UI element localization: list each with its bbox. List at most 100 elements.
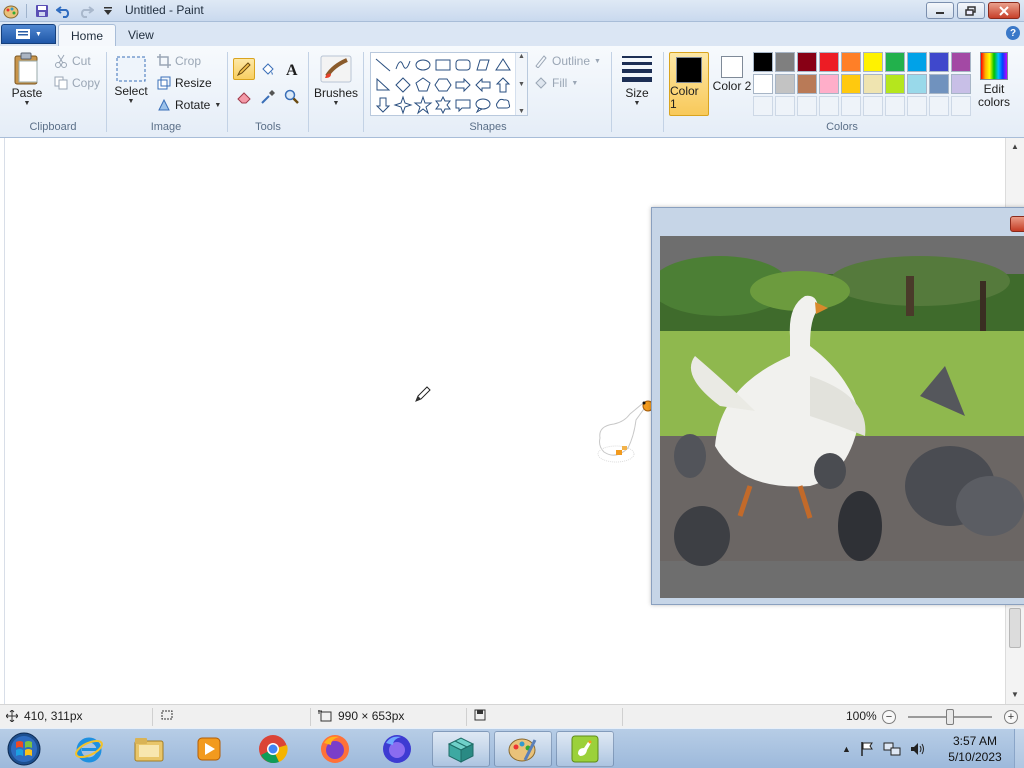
shapes-scroll[interactable]: ▲ ▼ ▼ [515, 53, 527, 115]
fill-button[interactable]: Fill ▼ [534, 73, 578, 93]
rounded-callout-shape-icon[interactable] [453, 95, 473, 115]
custom-color-slot[interactable] [863, 96, 883, 116]
select-button[interactable]: Select ▼ [112, 54, 150, 105]
four-point-star-shape-icon[interactable] [393, 95, 413, 115]
hexagon-shape-icon[interactable] [433, 75, 453, 95]
palette-row2-swatch-9[interactable] [929, 74, 949, 94]
palette-row1-swatch-8[interactable] [907, 52, 927, 72]
color1-button[interactable]: Color 1 [669, 52, 709, 116]
taskbar-chrome[interactable] [244, 731, 302, 767]
zoom-out-button[interactable]: − [882, 710, 896, 724]
pentagon-shape-icon[interactable] [413, 75, 433, 95]
redo-icon[interactable] [77, 2, 95, 20]
palette-row1-swatch-6[interactable] [863, 52, 883, 72]
scroll-up-icon[interactable]: ▲ [518, 53, 525, 60]
pencil-tool-button[interactable] [233, 58, 255, 80]
up-arrow-shape-icon[interactable] [493, 75, 513, 95]
palette-row1-swatch-4[interactable] [819, 52, 839, 72]
palette-row1-swatch-7[interactable] [885, 52, 905, 72]
curve-shape-icon[interactable] [393, 55, 413, 75]
scroll-down-icon[interactable]: ▼ [518, 81, 525, 88]
fill-tool-button[interactable] [257, 58, 279, 80]
crop-button[interactable]: Crop [157, 51, 201, 71]
rectangle-shape-icon[interactable] [433, 55, 453, 75]
eraser-tool-button[interactable] [233, 86, 255, 108]
color2-button[interactable]: Color 2 [712, 52, 752, 116]
volume-icon[interactable] [909, 741, 927, 757]
cloud-callout-shape-icon[interactable] [493, 95, 513, 115]
palette-row1-swatch-9[interactable] [929, 52, 949, 72]
taskbar-media-player[interactable] [180, 731, 238, 767]
gallery-expand-icon[interactable]: ▼ [518, 108, 525, 115]
tab-view[interactable]: View [116, 24, 166, 46]
taskbar-paint[interactable] [494, 731, 552, 767]
palette-row2-swatch-6[interactable] [863, 74, 883, 94]
cut-button[interactable]: Cut [54, 51, 91, 71]
custom-color-slot[interactable] [797, 96, 817, 116]
palette-row2-swatch-2[interactable] [775, 74, 795, 94]
show-desktop-button[interactable] [1014, 729, 1024, 768]
edit-colors-button[interactable]: Edit colors [974, 52, 1014, 109]
palette-row1-swatch-5[interactable] [841, 52, 861, 72]
polygon-shape-icon[interactable] [473, 55, 493, 75]
save-icon[interactable] [33, 2, 51, 20]
start-button[interactable] [4, 730, 44, 768]
brushes-button[interactable]: Brushes ▼ [314, 52, 358, 107]
taskbar-file-explorer[interactable] [120, 731, 178, 767]
custom-color-slot[interactable] [753, 96, 773, 116]
custom-color-slot[interactable] [929, 96, 949, 116]
show-hidden-icons-icon[interactable]: ▲ [842, 744, 851, 754]
network-icon[interactable] [883, 741, 901, 757]
rotate-button[interactable]: Rotate ▼ [157, 95, 221, 115]
magnifier-tool-button[interactable] [281, 86, 303, 108]
palette-row2-swatch-8[interactable] [907, 74, 927, 94]
down-arrow-shape-icon[interactable] [373, 95, 393, 115]
taskbar-package-app[interactable] [432, 731, 490, 767]
outline-button[interactable]: Outline ▼ [534, 51, 601, 71]
copy-button[interactable]: Copy [54, 73, 100, 93]
zoom-slider-thumb[interactable] [946, 709, 954, 725]
palette-row2-swatch-5[interactable] [841, 74, 861, 94]
close-button[interactable] [1010, 216, 1024, 232]
palette-row1-swatch-2[interactable] [775, 52, 795, 72]
zoom-in-button[interactable]: + [1004, 710, 1018, 724]
paste-button[interactable]: Paste ▼ [8, 52, 46, 107]
taskbar-firefox[interactable] [306, 731, 364, 767]
custom-color-slot[interactable] [841, 96, 861, 116]
palette-row2-swatch-7[interactable] [885, 74, 905, 94]
taskbar-internet-explorer[interactable] [60, 731, 118, 767]
taskbar-desktop-goose[interactable] [556, 731, 614, 767]
custom-color-slot[interactable] [907, 96, 927, 116]
palette-row2-swatch-1[interactable] [753, 74, 773, 94]
custom-color-slot[interactable] [775, 96, 795, 116]
palette-row2-swatch-10[interactable] [951, 74, 971, 94]
diamond-shape-icon[interactable] [393, 75, 413, 95]
taskbar-firefox-nightly[interactable] [368, 731, 426, 767]
undo-icon[interactable] [55, 2, 73, 20]
palette-row2-swatch-4[interactable] [819, 74, 839, 94]
size-button[interactable]: Size ▼ [617, 52, 657, 107]
help-icon[interactable]: ? [1006, 26, 1020, 40]
scroll-up-icon[interactable]: ▲ [1006, 138, 1024, 154]
restore-button[interactable] [957, 2, 985, 19]
palette-row1-swatch-10[interactable] [951, 52, 971, 72]
scroll-down-icon[interactable]: ▼ [1006, 686, 1024, 702]
triangle-shape-icon[interactable] [493, 55, 513, 75]
palette-row1-swatch-1[interactable] [753, 52, 773, 72]
tab-home[interactable]: Home [58, 24, 117, 46]
scrollbar-thumb[interactable] [1009, 608, 1021, 648]
text-tool-button[interactable]: A [281, 58, 303, 80]
five-point-star-shape-icon[interactable] [413, 95, 433, 115]
six-point-star-shape-icon[interactable] [433, 95, 453, 115]
left-arrow-shape-icon[interactable] [473, 75, 493, 95]
custom-color-slot[interactable] [885, 96, 905, 116]
line-shape-icon[interactable] [373, 55, 393, 75]
right-triangle-shape-icon[interactable] [373, 75, 393, 95]
video-popup-window[interactable] [651, 207, 1024, 605]
oval-callout-shape-icon[interactable] [473, 95, 493, 115]
rounded-rectangle-shape-icon[interactable] [453, 55, 473, 75]
close-button[interactable] [988, 2, 1020, 19]
palette-row2-swatch-3[interactable] [797, 74, 817, 94]
customize-qat-icon[interactable] [99, 2, 117, 20]
resize-button[interactable]: Resize [157, 73, 212, 93]
